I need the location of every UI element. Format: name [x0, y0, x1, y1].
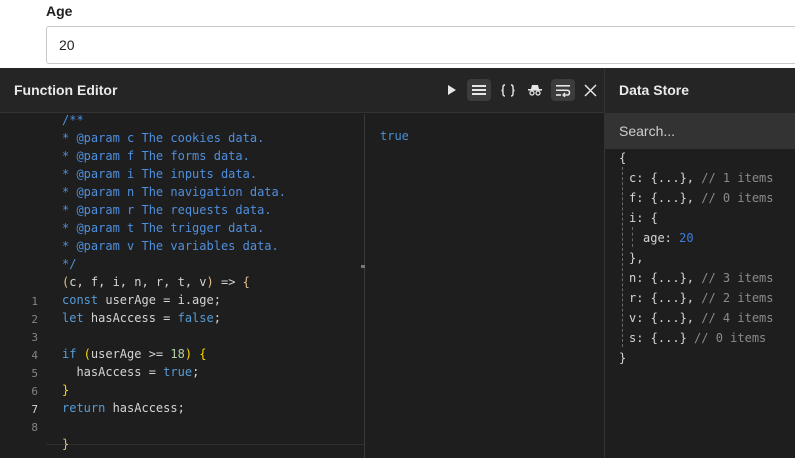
editor-title: Function Editor	[14, 82, 118, 98]
data-store-panel: Data Store { c: {...}, // 1 items f: {..…	[604, 68, 795, 458]
line-number: 3	[31, 331, 38, 344]
close-editor-button[interactable]	[578, 79, 602, 101]
editor-header: Function Editor	[0, 68, 604, 113]
age-input[interactable]	[46, 26, 795, 64]
tree-indent-guide	[632, 227, 633, 247]
line-number: 6	[31, 385, 38, 398]
tree-node-r[interactable]: r: {...}, // 2 items	[629, 291, 774, 305]
code-line-2: let hasAccess = false;	[62, 311, 221, 325]
tree-node-n[interactable]: n: {...}, // 3 items	[629, 271, 774, 285]
incognito-button[interactable]	[523, 79, 547, 101]
doc-comment-line: * @param c The cookies data.	[62, 131, 265, 145]
run-button[interactable]	[440, 79, 464, 101]
doc-comment-line: /**	[62, 113, 84, 127]
line-number-gutter: 1 2 3 4 5 6 7 8	[0, 114, 46, 458]
tree-open-brace: {	[619, 151, 627, 165]
list-view-button[interactable]	[467, 79, 491, 101]
tree-node-s[interactable]: s: {...} // 0 items	[629, 331, 766, 345]
tree-node-c[interactable]: c: {...}, // 1 items	[629, 171, 774, 185]
output-pane: true	[365, 114, 604, 458]
function-editor-panel: Function Editor 1 2 3 4 5 6 7 8 /** * @p…	[0, 68, 604, 458]
line-number: 8	[31, 421, 38, 434]
doc-comment-line: * @param f The forms data.	[62, 149, 250, 163]
doc-comment-line: * @param i The inputs data.	[62, 167, 258, 181]
doc-comment-line: * @param n The navigation data.	[62, 185, 286, 199]
age-label: Age	[46, 3, 73, 19]
code-line-1: const userAge = i.age;	[62, 293, 221, 307]
line-number: 4	[31, 349, 38, 362]
tree-node-v[interactable]: v: {...}, // 4 items	[629, 311, 774, 325]
data-store-title: Data Store	[619, 82, 690, 98]
tree-close-brace: }	[619, 351, 627, 365]
current-line-highlight	[46, 444, 364, 458]
json-view-button[interactable]	[496, 79, 520, 101]
line-number: 1	[31, 295, 38, 308]
code-line-4: if (userAge >= 18) {	[62, 347, 207, 361]
code-line-6: }	[62, 383, 70, 397]
incognito-icon	[528, 85, 542, 96]
doc-comment-line: * @param r The requests data.	[62, 203, 272, 217]
tree-indent-guide	[622, 167, 623, 347]
close-icon	[583, 83, 597, 97]
line-number: 5	[31, 367, 38, 380]
wrap-icon	[556, 84, 571, 97]
data-store-tree: { c: {...}, // 1 items f: {...}, // 0 it…	[605, 149, 795, 458]
tree-node-age: age: 20	[643, 231, 694, 245]
play-icon	[448, 85, 456, 95]
word-wrap-button[interactable]	[551, 79, 575, 101]
code-editor[interactable]: 1 2 3 4 5 6 7 8 /** * @param c The cooki…	[0, 113, 364, 458]
code-line-7: return hasAccess;	[62, 401, 185, 415]
doc-comment-line: * @param t The trigger data.	[62, 221, 265, 235]
function-closing-brace: }	[62, 437, 70, 451]
output-value: true	[380, 129, 409, 143]
line-number: 2	[31, 313, 38, 326]
braces-icon	[501, 83, 515, 97]
function-signature: (c, f, i, n, r, t, v) => {	[62, 275, 250, 289]
list-icon	[472, 85, 486, 95]
doc-comment-line: * @param v The variables data.	[62, 239, 279, 253]
line-number: 7	[31, 403, 38, 416]
age-form: Age	[0, 0, 795, 68]
code-line-5: hasAccess = true;	[62, 365, 200, 379]
doc-comment-line: */	[62, 257, 77, 271]
tree-node-f[interactable]: f: {...}, // 0 items	[629, 191, 774, 205]
data-store-search-input[interactable]	[605, 113, 795, 149]
tree-node-i-close: },	[629, 251, 644, 265]
tree-node-i[interactable]: i: {	[629, 211, 658, 225]
